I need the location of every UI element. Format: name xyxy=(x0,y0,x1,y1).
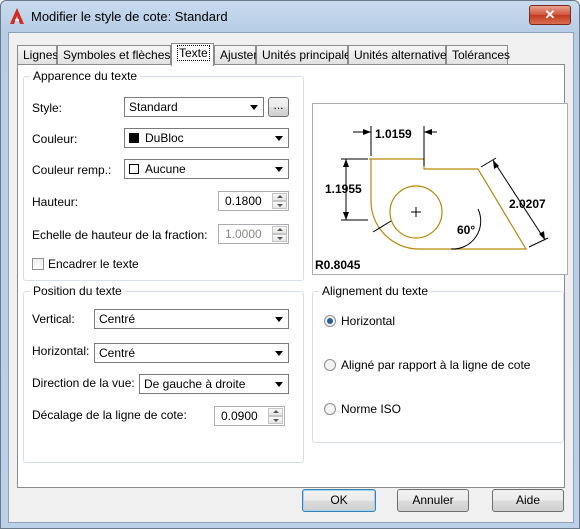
fill-color-select[interactable]: Aucune xyxy=(124,159,289,179)
close-button[interactable]: ✕ xyxy=(529,5,571,25)
dialog-client: Lignes Symboles et flèches Texte Ajuster… xyxy=(8,32,574,523)
tab-ajuster[interactable]: Ajuster xyxy=(214,45,257,64)
chevron-down-icon xyxy=(275,167,283,172)
chevron-down-icon xyxy=(275,317,283,322)
style-select-value: Standard xyxy=(129,100,178,114)
spin-up-icon xyxy=(272,226,287,234)
radio-iso[interactable] xyxy=(324,403,336,415)
radio-aligned-dimline-label: Aligné par rapport à la ligne de cote xyxy=(341,358,531,372)
chevron-down-icon xyxy=(275,382,283,387)
spin-up-icon[interactable] xyxy=(268,408,283,416)
fraction-scale-input: 1.0000 xyxy=(218,224,289,244)
color-label: Couleur: xyxy=(32,132,78,146)
tab-texte[interactable]: Texte xyxy=(171,43,214,66)
preview-pane: 1.0159 1.1955 2.0207 60° R0.8045 xyxy=(312,103,568,275)
fraction-scale-value: 1.0000 xyxy=(225,227,262,241)
autocad-app-icon xyxy=(10,8,24,24)
group-text-alignment: Alignement du texte Horizontal Aligné pa… xyxy=(312,284,564,443)
offset-label: Décalage de la ligne de cote: xyxy=(32,408,187,422)
tab-panel-texte: Apparence du texte Style: Standard ... C… xyxy=(17,64,568,488)
frame-text-label: Encadrer le texte xyxy=(48,257,139,271)
spin-down-icon[interactable] xyxy=(268,416,283,424)
dialog-title: Modifier le style de cote: Standard xyxy=(31,9,228,24)
vertical-select[interactable]: Centré xyxy=(94,309,289,329)
frame-text-checkbox[interactable] xyxy=(32,258,44,270)
tab-tolerances[interactable]: Tolérances xyxy=(446,45,510,64)
preview-dim-radius: R0.8045 xyxy=(315,258,361,272)
style-label: Style: xyxy=(32,101,63,115)
radio-horizontal-label: Horizontal xyxy=(341,314,396,328)
tab-unites-principales[interactable]: Unités principales xyxy=(256,45,357,64)
view-direction-value: De gauche à droite xyxy=(144,377,246,391)
preview-outline xyxy=(369,158,528,250)
group-title-position: Position du texte xyxy=(30,284,125,298)
group-title-appearance: Apparence du texte xyxy=(30,69,141,83)
style-browse-button[interactable]: ... xyxy=(268,97,289,117)
color-swatch xyxy=(129,133,139,143)
cancel-button[interactable]: Annuler xyxy=(397,489,469,512)
spin-down-icon[interactable] xyxy=(272,201,287,209)
title-bar[interactable]: Modifier le style de cote: Standard ✕ xyxy=(1,1,579,31)
dialog-window: Modifier le style de cote: Standard ✕ Li… xyxy=(0,0,580,529)
offset-input[interactable]: 0.0900 xyxy=(214,406,285,426)
group-title-alignment: Alignement du texte xyxy=(319,284,432,298)
dimension-preview: 1.0159 1.1955 2.0207 60° R0.8045 xyxy=(315,126,549,272)
spin-up-icon[interactable] xyxy=(272,193,287,201)
preview-dim-right: 2.0207 xyxy=(509,197,546,211)
tab-unites-alternatives[interactable]: Unités alternatives xyxy=(348,45,453,64)
group-text-appearance: Apparence du texte Style: Standard ... C… xyxy=(23,69,304,281)
vertical-select-value: Centré xyxy=(99,312,136,326)
help-button[interactable]: Aide xyxy=(492,489,564,512)
chevron-down-icon xyxy=(275,351,283,356)
spin-down-icon xyxy=(272,234,287,242)
view-direction-label: Direction de la vue: xyxy=(32,376,135,390)
fraction-scale-label: Echelle de hauteur de la fraction: xyxy=(32,228,208,242)
fill-swatch xyxy=(129,164,139,174)
style-select[interactable]: Standard xyxy=(124,97,264,117)
fill-color-select-value: Aucune xyxy=(145,162,186,176)
chevron-down-icon xyxy=(275,136,283,141)
horizontal-select[interactable]: Centré xyxy=(94,343,289,363)
view-direction-select[interactable]: De gauche à droite xyxy=(139,374,289,394)
group-text-position: Position du texte Vertical: Centré Horiz… xyxy=(23,284,304,463)
color-select-value: DuBloc xyxy=(145,131,184,145)
horizontal-label: Horizontal: xyxy=(32,344,90,358)
preview-dim-left: 1.1955 xyxy=(325,182,362,196)
offset-value: 0.0900 xyxy=(221,409,258,423)
close-icon: ✕ xyxy=(544,7,556,22)
preview-dim-top: 1.0159 xyxy=(375,127,412,141)
tab-lignes[interactable]: Lignes xyxy=(17,45,58,64)
height-label: Hauteur: xyxy=(32,195,79,209)
tab-symboles[interactable]: Symboles et flèches xyxy=(57,45,171,64)
ok-button[interactable]: OK xyxy=(302,489,376,512)
chevron-down-icon xyxy=(250,105,258,110)
fill-color-label: Couleur remp.: xyxy=(32,163,112,177)
radio-iso-label: Norme ISO xyxy=(341,402,402,416)
preview-dim-angle: 60° xyxy=(457,223,475,237)
height-value: 0.1800 xyxy=(225,194,262,208)
color-select[interactable]: DuBloc xyxy=(124,128,289,148)
radio-aligned-dimline[interactable] xyxy=(324,359,336,371)
height-input[interactable]: 0.1800 xyxy=(218,191,289,211)
vertical-label: Vertical: xyxy=(32,312,75,326)
radio-horizontal[interactable] xyxy=(324,315,336,327)
horizontal-select-value: Centré xyxy=(99,346,136,360)
